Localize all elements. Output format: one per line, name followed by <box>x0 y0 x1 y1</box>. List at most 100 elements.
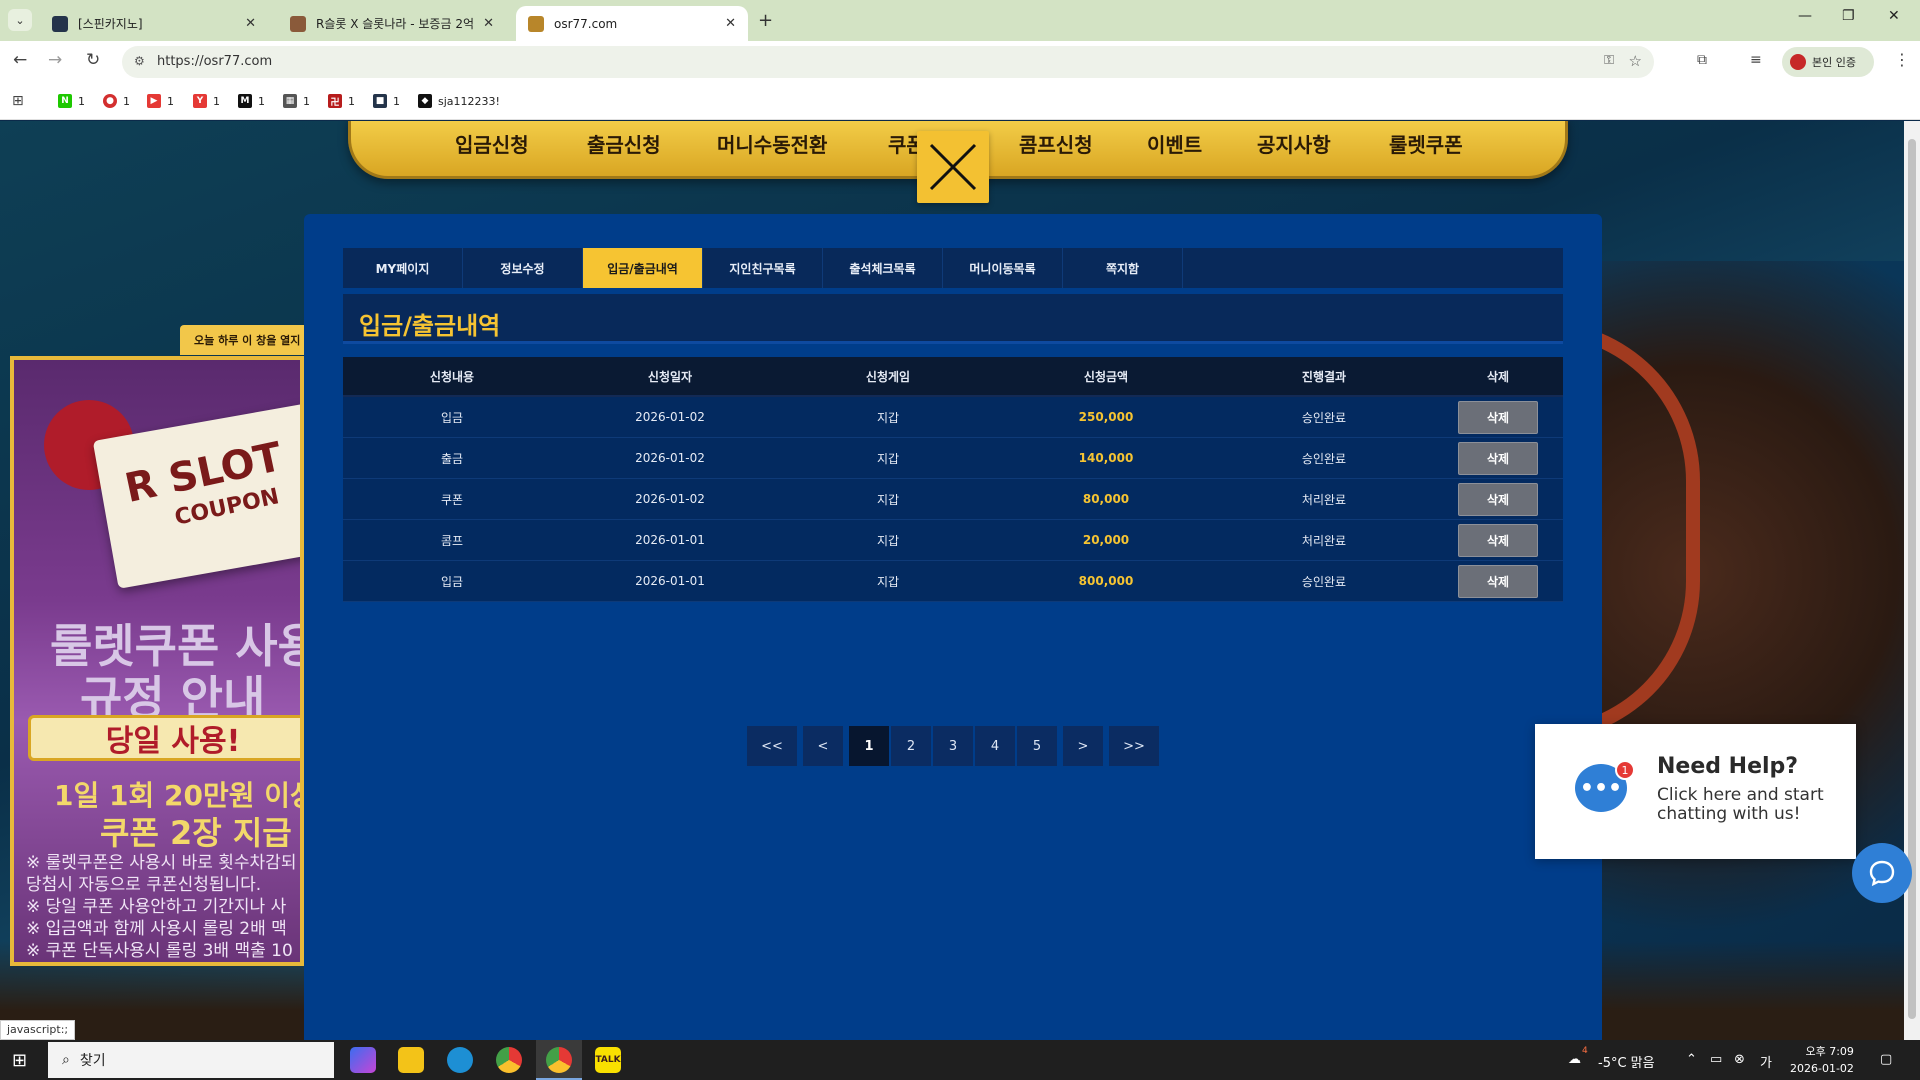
delete-button[interactable]: 삭제 <box>1458 564 1538 598</box>
forward-arrow-icon[interactable]: → <box>48 50 62 70</box>
chat-launcher-button[interactable] <box>1852 843 1912 903</box>
minimize-icon[interactable]: — <box>1798 8 1812 24</box>
more-menu-icon[interactable]: ⋮ <box>1894 50 1910 69</box>
page-prev-button[interactable]: < <box>803 726 843 766</box>
window-close-icon[interactable]: ✕ <box>1888 8 1900 24</box>
nav-withdraw[interactable]: 출금신청 <box>587 129 661 158</box>
bookmark-0[interactable]: N1 <box>58 92 85 110</box>
edge-browser-icon[interactable] <box>447 1047 473 1073</box>
browser-tab-2[interactable]: osr77.com ✕ <box>516 6 748 41</box>
page-button-3[interactable]: 3 <box>933 726 973 766</box>
subtab-edit-info[interactable]: 정보수정 <box>463 248 583 288</box>
close-icon[interactable]: ✕ <box>483 16 494 31</box>
nav-deposit[interactable]: 입금신청 <box>455 129 529 158</box>
kakaotalk-icon[interactable]: TALK <box>595 1047 621 1073</box>
close-icon[interactable]: ✕ <box>245 16 256 31</box>
delete-button[interactable]: 삭제 <box>1458 400 1538 434</box>
close-popup-button[interactable] <box>917 131 989 203</box>
subtab-deposit-history[interactable]: 입금/출금내역 <box>583 248 703 288</box>
subtab-mypage[interactable]: MY페이지 <box>343 248 463 288</box>
section-title-bar: 입금/출금내역 <box>343 294 1563 344</box>
history-table: 신청내용 신청일자 신청게임 신청금액 진행결과 삭제 입금 2026-01-0… <box>343 357 1563 602</box>
subtab-attendance[interactable]: 출석체크목록 <box>823 248 943 288</box>
nav-event[interactable]: 이벤트 <box>1147 129 1202 158</box>
network-icon[interactable]: ▭ <box>1710 1052 1722 1067</box>
bookmark-favicon-icon: Y <box>193 94 207 108</box>
address-bar[interactable]: ⚙ https://osr77.com ⚿ ☆ <box>122 46 1654 78</box>
clock-date: 2026-01-02 <box>1790 1062 1854 1075</box>
copilot-icon[interactable] <box>350 1047 376 1073</box>
nav-money-convert[interactable]: 머니수동전환 <box>717 129 827 158</box>
chrome-active-icon[interactable] <box>546 1047 572 1073</box>
restore-icon[interactable]: ❐ <box>1842 8 1855 24</box>
sticky-notes-icon[interactable] <box>398 1047 424 1073</box>
reload-icon[interactable]: ↻ <box>86 50 100 70</box>
table-row: 입금 2026-01-01 지갑 800,000 승인완료 삭제 <box>343 561 1563 602</box>
bookmark-4[interactable]: M1 <box>238 92 265 110</box>
page-button-1[interactable]: 1 <box>849 726 889 766</box>
password-key-icon[interactable]: ⚿ <box>1604 53 1614 68</box>
weather-icon[interactable]: ☁ <box>1568 1052 1581 1067</box>
bookmark-7[interactable]: ■ 1 <box>373 92 400 110</box>
nav-notice[interactable]: 공지사항 <box>1257 129 1331 158</box>
bookmark-star-icon[interactable]: ☆ <box>1629 52 1642 70</box>
taskbar-search[interactable]: ⌕ 찾기 <box>48 1042 334 1078</box>
nav-roulette-coupon[interactable]: 룰렛쿠폰 <box>1389 129 1463 158</box>
close-icon[interactable]: ✕ <box>725 16 736 31</box>
cell-result: 승인완료 <box>1301 451 1347 466</box>
table-row: 콤프 2026-01-01 지갑 20,000 처리완료 삭제 <box>343 520 1563 561</box>
chat-prompt[interactable]: ••• 1 Need Help? Click here and start ch… <box>1535 724 1856 859</box>
volume-muted-icon[interactable]: ⊗ <box>1734 1052 1745 1067</box>
keyboard-language-icon[interactable]: 가 <box>1760 1052 1772 1071</box>
page-scrollbar[interactable] <box>1904 121 1920 1040</box>
bookmark-favicon-icon: ● <box>103 94 117 108</box>
clock-time: 오후 7:09 <box>1805 1045 1854 1058</box>
bookmark-3[interactable]: Y1 <box>193 92 220 110</box>
apps-grid-icon[interactable]: ⊞ <box>12 93 24 109</box>
bookmark-6[interactable]: 卍1 <box>328 92 355 110</box>
chrome-icon[interactable] <box>496 1047 522 1073</box>
bookmark-5[interactable]: ▦ 1 <box>283 92 310 110</box>
page-first-button[interactable]: << <box>747 726 797 766</box>
subtab-messages[interactable]: 쪽지함 <box>1063 248 1183 288</box>
page-button-5[interactable]: 5 <box>1017 726 1057 766</box>
subtab-money-transfer[interactable]: 머니이동목록 <box>943 248 1063 288</box>
extensions-puzzle-icon[interactable]: ⧉ <box>1697 52 1707 68</box>
windows-start-icon[interactable]: ⊞ <box>12 1050 27 1071</box>
search-icon: ⌕ <box>62 1052 70 1068</box>
browser-tab-0[interactable]: [스핀카지노] ✕ <box>40 6 268 41</box>
browser-tab-1[interactable]: R슬롯 X 슬롯나라 - 보증금 2억 ✕ <box>278 6 506 41</box>
url-text[interactable]: https://osr77.com <box>157 54 272 69</box>
page-next-button[interactable]: > <box>1063 726 1103 766</box>
bookmark-1[interactable]: ● 1 <box>103 92 130 110</box>
back-arrow-icon[interactable]: ← <box>13 50 27 70</box>
promo-note: ※ 룰렛쿠폰은 사용시 바로 횟수차감되 <box>26 853 297 873</box>
tab-search-button[interactable]: ⌄ <box>8 9 32 31</box>
delete-button[interactable]: 삭제 <box>1458 441 1538 475</box>
promo-dismiss-today[interactable]: 오늘 하루 이 창을 열지 <box>180 325 304 355</box>
site-settings-icon[interactable]: ⚙ <box>134 54 145 68</box>
cell-type: 쿠폰 <box>440 492 464 507</box>
tab-title: osr77.com <box>554 16 618 31</box>
new-tab-plus-icon[interactable]: + <box>758 10 773 31</box>
page-button-4[interactable]: 4 <box>975 726 1015 766</box>
taskbar-clock[interactable]: 오후 7:09 2026-01-02 <box>1790 1043 1854 1077</box>
delete-button[interactable]: 삭제 <box>1458 482 1538 516</box>
scrollbar-thumb[interactable] <box>1908 139 1916 1019</box>
page-last-button[interactable]: >> <box>1109 726 1159 766</box>
cell-result: 처리완료 <box>1301 492 1347 507</box>
weather-text[interactable]: -5°C 맑음 <box>1598 1052 1655 1071</box>
delete-button[interactable]: 삭제 <box>1458 523 1538 557</box>
profile-chip[interactable]: 본인 인증 <box>1782 47 1874 77</box>
nav-comp[interactable]: 콤프신청 <box>1019 129 1093 158</box>
bookmark-2[interactable]: ▶ 1 <box>147 92 174 110</box>
page-button-2[interactable]: 2 <box>891 726 931 766</box>
chat-text: Click here and start chatting with us! <box>1657 785 1824 824</box>
subtab-friends[interactable]: 지인친구목록 <box>703 248 823 288</box>
promo-banner[interactable]: R SLOT COUPON 룰렛쿠폰 사용 규정 안내 당일 사용! 1일 1회… <box>10 356 304 966</box>
cell-action: 삭제 <box>1433 397 1563 437</box>
notifications-icon[interactable]: ▢ <box>1880 1052 1892 1067</box>
media-queue-icon[interactable]: ≡ <box>1750 52 1762 68</box>
bookmark-8[interactable]: ◆ sja112233! <box>418 92 500 110</box>
tray-chevron-icon[interactable]: ⌃ <box>1686 1052 1697 1067</box>
